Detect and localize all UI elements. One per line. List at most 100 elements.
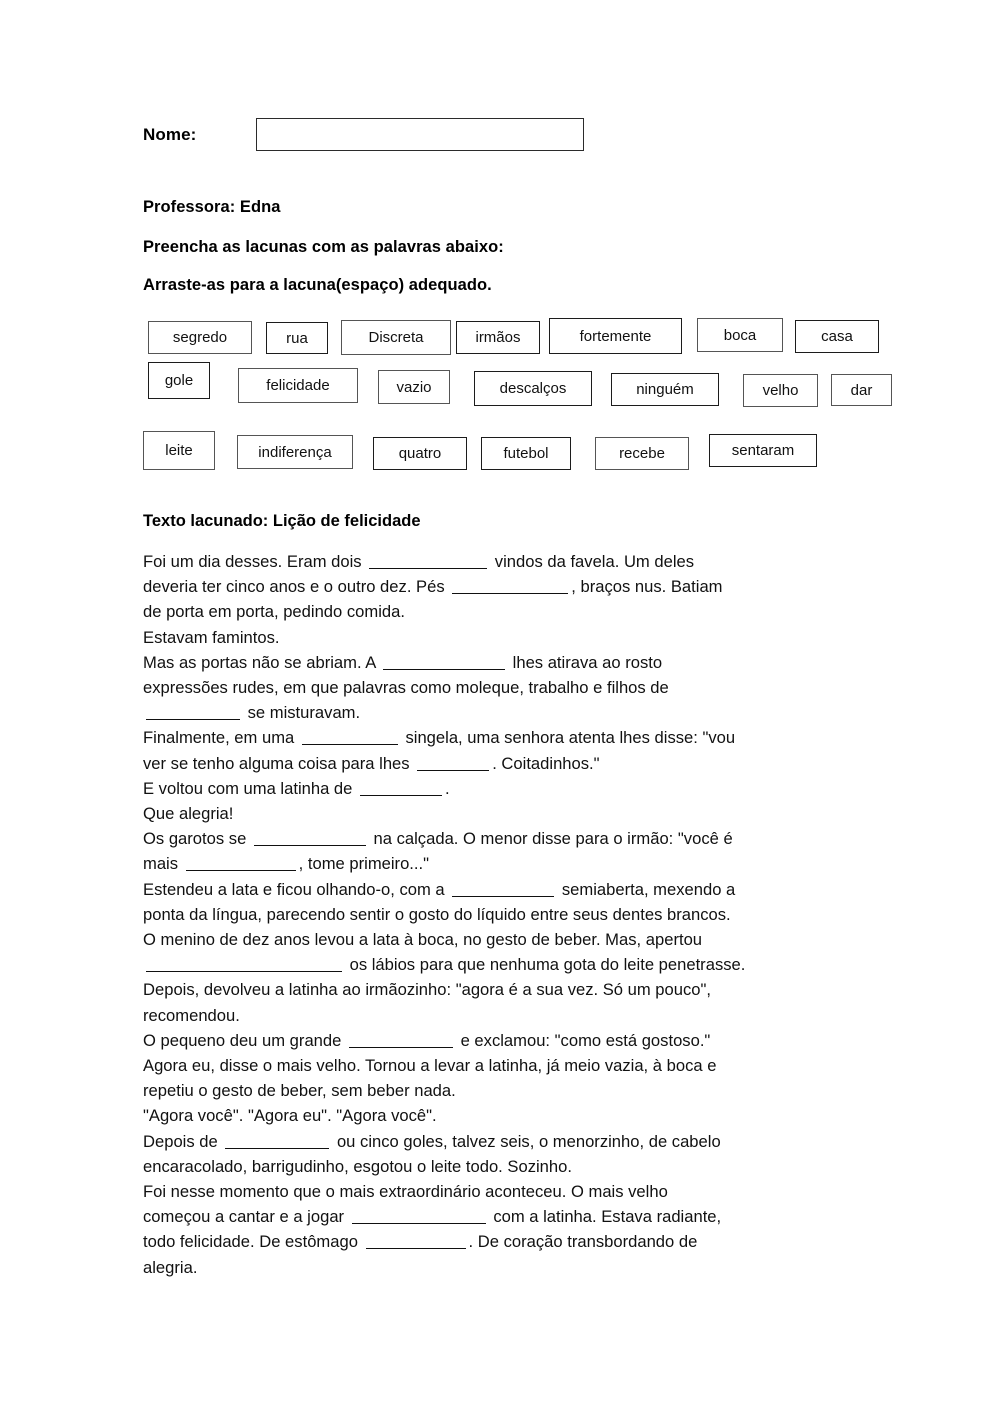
texto-line: Os garotos se na calçada. O menor disse … [143, 826, 859, 851]
texto-segment: ver se tenho alguma coisa para lhes [143, 753, 415, 773]
texto-segment: recomendou. [143, 1005, 240, 1025]
texto-line: se misturavam. [143, 700, 859, 725]
texto-line: alegria. [143, 1255, 859, 1280]
texto-line: Que alegria! [143, 801, 859, 826]
word-chip[interactable]: quatro [373, 437, 467, 470]
word-chip[interactable]: casa [795, 320, 879, 353]
cloze-blank[interactable] [146, 704, 240, 721]
texto-segment: . [445, 778, 450, 798]
cloze-blank[interactable] [452, 578, 569, 595]
word-chip[interactable]: gole [148, 362, 210, 399]
texto-segment: , tome primeiro..." [298, 854, 430, 874]
texto-segment: Os garotos se [143, 829, 251, 849]
word-chip[interactable]: descalços [474, 371, 592, 406]
texto-segment: ponta da língua, parecendo sentir o gost… [143, 904, 731, 924]
word-chip[interactable]: leite [143, 431, 215, 470]
texto-segment: expressões rudes, em que palavras como m… [143, 678, 669, 698]
word-chip[interactable]: futebol [481, 437, 571, 470]
word-chip[interactable]: fortemente [549, 318, 682, 354]
texto-line: Finalmente, em uma singela, uma senhora … [143, 725, 859, 750]
cloze-blank[interactable] [185, 855, 296, 872]
texto-line: recomendou. [143, 1003, 859, 1028]
texto-line: O menino de dez anos levou a lata à boca… [143, 927, 859, 952]
texto-line: O pequeno deu um grande e exclamou: "com… [143, 1028, 859, 1053]
word-chip[interactable]: irmãos [456, 321, 540, 354]
texto-segment: vindos da favela. Um deles [490, 552, 695, 571]
texto-line: ponta da língua, parecendo sentir o gost… [143, 902, 859, 927]
texto-segment: se misturavam. [243, 703, 361, 723]
texto-segment: . Coitadinhos." [492, 753, 600, 773]
texto-segment: semiaberta, mexendo a [557, 879, 736, 899]
word-chip[interactable]: sentaram [709, 434, 817, 467]
texto-line: ver se tenho alguma coisa para lhes . Co… [143, 751, 859, 776]
texto-line: Foi nesse momento que o mais extraordiná… [143, 1179, 859, 1204]
word-chip[interactable]: Discreta [341, 320, 451, 355]
texto-segment: Estendeu a lata e ficou olhando-o, com a [143, 879, 450, 899]
cloze-blank[interactable] [146, 956, 342, 973]
word-chip[interactable]: rua [266, 322, 328, 354]
instruction-fill: Preencha as lacunas com as palavras abai… [143, 238, 504, 256]
cloze-blank[interactable] [301, 729, 398, 746]
texto-segment: Mas as portas não se abriam. A [143, 652, 381, 672]
cloze-blank[interactable] [369, 553, 488, 569]
texto-segment: Que alegria! [143, 804, 234, 824]
texto-line: "Agora você". "Agora eu". "Agora você". [143, 1103, 859, 1128]
cloze-blank[interactable] [253, 830, 366, 847]
word-chip[interactable]: indiferença [237, 435, 353, 469]
word-chip[interactable]: segredo [148, 321, 252, 354]
texto-line: expressões rudes, em que palavras como m… [143, 675, 859, 700]
texto-segment: , braços nus. Batiam [571, 577, 723, 597]
texto-segment: Foi um dia desses. Eram dois [143, 552, 367, 571]
texto-segment: Estavam famintos. [143, 627, 280, 647]
texto-line: Mas as portas não se abriam. A lhes atir… [143, 650, 859, 675]
cloze-blank[interactable] [383, 654, 506, 670]
texto-segment: . De coração transbordando de [468, 1232, 698, 1252]
texto-line: todo felicidade. De estômago . De coraçã… [143, 1229, 859, 1254]
word-chip[interactable]: velho [743, 374, 818, 407]
texto-line: Estendeu a lata e ficou olhando-o, com a… [143, 877, 859, 902]
texto-title: Texto lacunado: Lição de felicidade [143, 512, 421, 530]
texto-line: encaracolado, barrigudinho, esgotou o le… [143, 1154, 859, 1179]
word-chip[interactable]: vazio [378, 370, 450, 404]
texto-line: deveria ter cinco anos e o outro dez. Pé… [143, 574, 859, 599]
cloze-blank[interactable] [417, 755, 490, 771]
texto-line: repetiu o gesto de beber, sem beber nada… [143, 1078, 859, 1103]
cloze-blank[interactable] [360, 780, 442, 796]
texto-line: mais , tome primeiro..." [143, 851, 859, 876]
nome-row: Nome: [143, 118, 585, 151]
texto-line: Agora eu, disse o mais velho. Tornou a l… [143, 1053, 859, 1078]
texto-segment: encaracolado, barrigudinho, esgotou o le… [143, 1156, 572, 1176]
texto-segment: deveria ter cinco anos e o outro dez. Pé… [143, 577, 450, 597]
texto-segment: Depois de [143, 1131, 223, 1151]
word-chip[interactable]: boca [697, 318, 783, 352]
texto-segment: mais [143, 854, 183, 874]
word-chip[interactable]: ninguém [611, 373, 719, 406]
cloze-blank[interactable] [452, 881, 555, 897]
texto-segment: de porta em porta, pedindo comida. [143, 602, 405, 622]
texto-line: começou a cantar e a jogar com a latinha… [143, 1204, 859, 1229]
texto-segment: começou a cantar e a jogar [143, 1207, 349, 1227]
word-chip[interactable]: felicidade [238, 368, 358, 403]
texto-segment: Depois, devolveu a latinha ao irmãozinho… [143, 980, 712, 1000]
cloze-blank[interactable] [225, 1133, 330, 1149]
texto-segment: repetiu o gesto de beber, sem beber nada… [143, 1081, 456, 1101]
texto-line: os lábios para que nenhuma gota do leite… [143, 952, 859, 977]
texto-line: Depois, devolveu a latinha ao irmãozinho… [143, 977, 859, 1002]
texto-segment: lhes atirava ao rosto [508, 652, 663, 672]
cloze-blank[interactable] [351, 1208, 486, 1225]
texto-segment: com a latinha. Estava radiante, [488, 1207, 722, 1227]
texto-segment: E voltou com uma latinha de [143, 778, 357, 798]
professora-line: Professora: Edna [143, 198, 281, 216]
word-chip[interactable]: dar [831, 374, 892, 406]
texto-segment: na calçada. O menor disse para o irmão: … [368, 829, 733, 849]
cloze-blank[interactable] [365, 1233, 466, 1250]
texto-segment: O menino de dez anos levou a lata à boca… [143, 930, 703, 950]
texto-segment: ou cinco goles, talvez seis, o menorzinh… [332, 1131, 721, 1151]
nome-input[interactable] [256, 118, 585, 151]
word-chip[interactable]: recebe [595, 437, 689, 470]
texto-segment: "Agora você". "Agora eu". "Agora você". [143, 1106, 437, 1126]
texto-segment: Agora eu, disse o mais velho. Tornou a l… [143, 1056, 717, 1076]
cloze-blank[interactable] [348, 1032, 453, 1048]
texto-segment: e exclamou: "como está gostoso." [455, 1030, 711, 1050]
texto-segment: Foi nesse momento que o mais extraordiná… [143, 1182, 668, 1202]
